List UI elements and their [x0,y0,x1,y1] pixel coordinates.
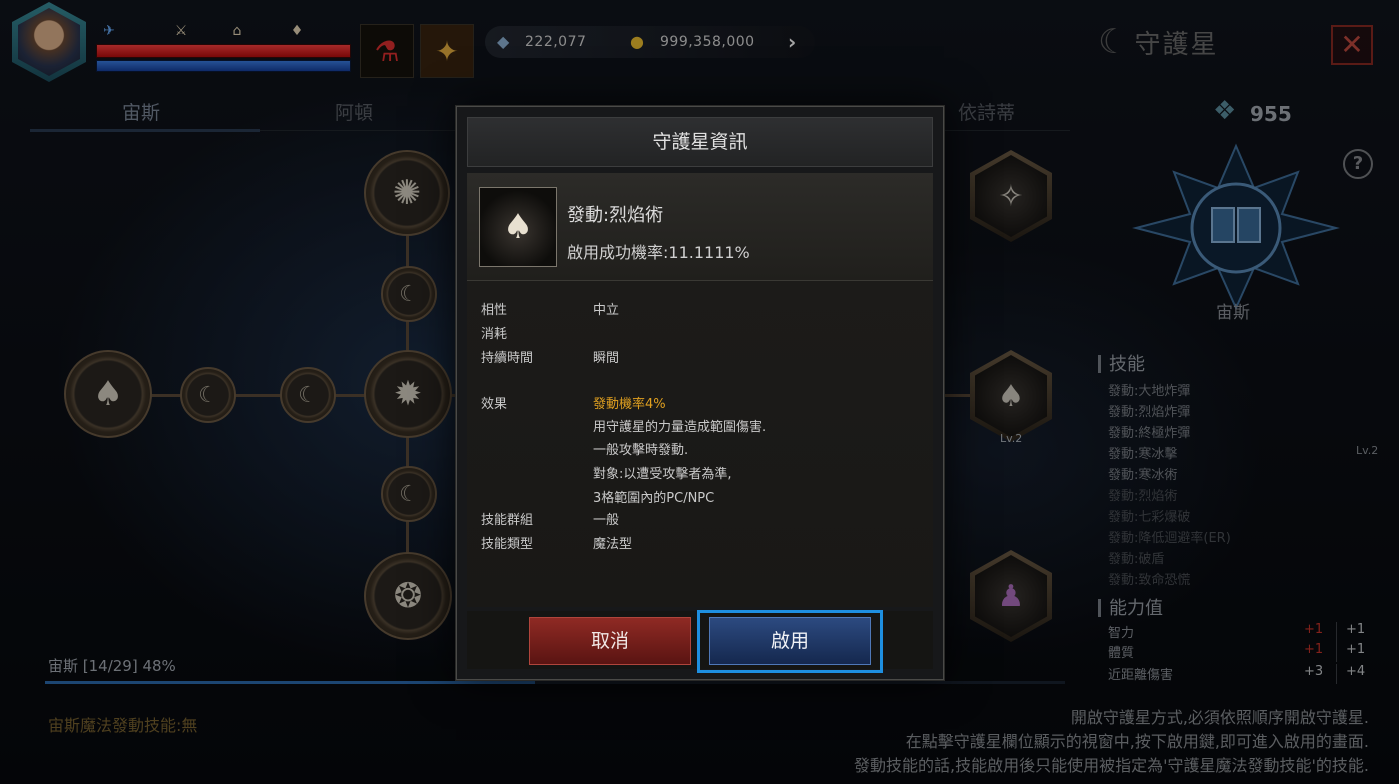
cost-label: 消耗 [481,327,508,342]
effect-line: 一般攻擊時發動. [593,443,689,458]
attribute-label: 相性 [481,303,508,318]
skill-success-rate: 啟用成功機率:11.1111% [567,243,750,262]
effect-line: 用守護星的力量造成範圍傷害. [593,420,767,435]
skill-details: 相性 中立 消耗 持續時間 瞬間 效果 發動機率4% 用守護星的力量造成範圍傷害… [467,281,933,607]
skill-type-label: 技能類型 [481,537,534,552]
effect-line: 3格範圍內的PC/NPC [593,491,715,506]
effect-label: 效果 [481,397,508,412]
crystal-skill-icon: ♠ [479,187,557,267]
cancel-button[interactable]: 取消 [529,617,691,665]
skill-group-value: 一般 [593,513,620,528]
effect-highlight: 發動機率4% [593,397,666,412]
enable-button[interactable]: 啟用 [709,617,871,665]
dialog-title: 守護星資訊 [467,117,933,167]
effect-line: 對象:以遭受攻擊者為準, [593,467,732,482]
skill-type-value: 魔法型 [593,537,633,552]
duration-label: 持續時間 [481,351,534,366]
skill-group-label: 技能群組 [481,513,534,528]
skill-name: 發動:烈焰術 [567,205,664,226]
skill-summary: ♠ 發動:烈焰術 啟用成功機率:11.1111% ⌄ [467,173,933,288]
attribute-value: 中立 [593,303,620,318]
duration-value: 瞬間 [593,351,620,366]
guardian-info-dialog: 守護星資訊 ♠ 發動:烈焰術 啟用成功機率:11.1111% ⌄ 相性 中立 消… [456,106,944,680]
